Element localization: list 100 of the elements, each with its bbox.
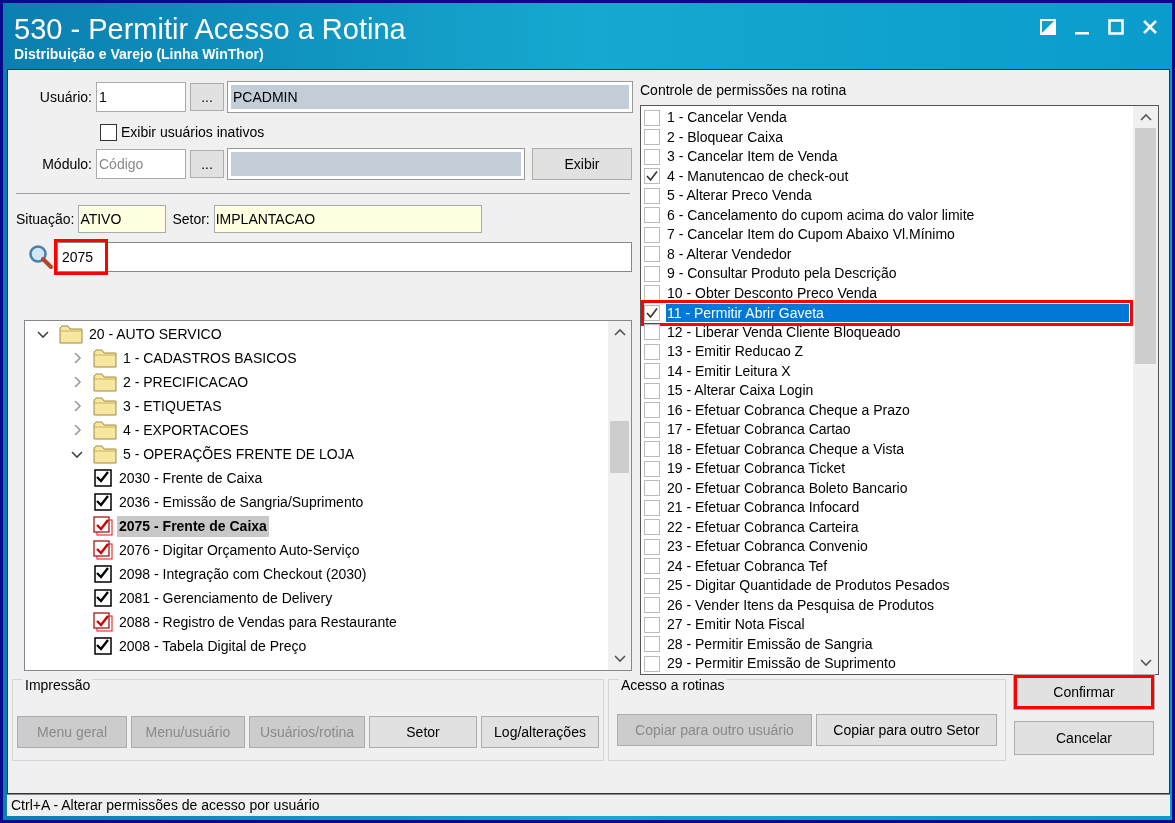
show-button[interactable]: Exibir [532, 148, 632, 180]
checkbox[interactable] [644, 558, 660, 575]
cancel-button[interactable]: Cancelar [1014, 721, 1154, 755]
tree-item[interactable]: 1 - CADASTROS BASICOS [121, 347, 299, 369]
checkbox[interactable] [93, 564, 113, 584]
checkbox[interactable] [644, 207, 660, 224]
checkbox[interactable] [93, 636, 113, 656]
scrollbar[interactable] [1133, 106, 1158, 674]
list-item[interactable]: 10 - Obter Desconto Preco Venda [666, 282, 878, 304]
checkbox[interactable] [93, 612, 113, 632]
checkbox[interactable] [644, 304, 660, 321]
checkbox[interactable] [644, 577, 660, 594]
list-item[interactable]: 1 - Cancelar Venda [666, 107, 787, 129]
tree-item[interactable]: 20 - AUTO SERVICO [87, 323, 224, 345]
lookup-button[interactable]: ... [190, 150, 224, 178]
close-icon[interactable] [1142, 19, 1158, 35]
tree-item[interactable]: 2030 - Frente de Caixa [117, 467, 265, 489]
checkbox[interactable] [644, 441, 660, 458]
list-item[interactable]: 17 - Efetuar Cobranca Cartao [666, 419, 851, 441]
list-item[interactable]: 4 - Manutencao de check-out [666, 165, 849, 187]
checkbox[interactable] [644, 343, 660, 360]
checkbox[interactable] [644, 187, 660, 204]
user-code-field[interactable]: 1 [96, 82, 186, 112]
lookup-button[interactable]: ... [190, 83, 224, 111]
checkbox[interactable] [644, 148, 660, 165]
checkbox[interactable] [644, 499, 660, 516]
list-item[interactable]: 25 - Digitar Quantidade de Produtos Pesados [666, 575, 950, 597]
list-item[interactable]: 21 - Efetuar Cobranca Infocard [666, 497, 860, 519]
checkbox[interactable] [644, 636, 660, 653]
list-item[interactable]: 14 - Emitir Leitura X [666, 360, 791, 382]
tree-item[interactable]: 2008 - Tabela Digital de Preço [117, 635, 309, 657]
checkbox[interactable] [644, 382, 660, 399]
checkbox[interactable] [644, 109, 660, 126]
checkbox[interactable] [644, 655, 660, 672]
checkbox[interactable] [644, 168, 660, 185]
checkbox[interactable] [644, 538, 660, 555]
checkbox[interactable] [644, 519, 660, 536]
checkbox[interactable] [644, 421, 660, 438]
dialog-button[interactable]: Log/alterações [481, 716, 599, 748]
list-item[interactable]: 23 - Efetuar Cobranca Convenio [666, 536, 868, 558]
checkbox[interactable] [93, 492, 113, 512]
checkbox[interactable] [100, 123, 117, 141]
dialog-button[interactable]: Copiar para outro Setor [815, 714, 997, 746]
list-item[interactable]: 20 - Efetuar Cobranca Boleto Bancario [666, 477, 908, 499]
checkbox[interactable] [644, 246, 660, 263]
tree-item[interactable]: 2 - PRECIFICACAO [121, 371, 251, 393]
module-code-field[interactable]: Código [96, 149, 186, 179]
search-field[interactable]: 2075 [57, 242, 632, 272]
tree-item[interactable]: 2081 - Gerenciamento de Delivery [117, 587, 335, 609]
tree-item[interactable]: 2098 - Integração com Checkout (2030) [117, 563, 369, 585]
checkbox[interactable] [93, 540, 113, 560]
scroll-thumb[interactable] [1135, 128, 1156, 364]
checkbox[interactable] [93, 588, 113, 608]
tree-item[interactable]: 4 - EXPORTACOES [121, 419, 251, 441]
list-item[interactable]: 18 - Efetuar Cobranca Cheque a Vista [666, 438, 905, 460]
list-item[interactable]: 27 - Emitir Nota Fiscal [666, 614, 805, 636]
scrollbar[interactable] [608, 321, 631, 670]
resize-icon[interactable] [1040, 19, 1056, 35]
checkbox[interactable] [644, 324, 660, 341]
checkbox[interactable] [644, 616, 660, 633]
list-item[interactable]: 9 - Consultar Produto pela Descrição [666, 263, 897, 285]
checkbox[interactable] [644, 129, 660, 146]
list-item[interactable]: 2 - Bloquear Caixa [666, 126, 783, 148]
list-title: Controle de permissões na rotina [640, 81, 848, 98]
list-item[interactable]: 15 - Alterar Caixa Login [666, 380, 814, 402]
list-item[interactable]: 5 - Alterar Preco Venda [666, 185, 812, 207]
scroll-thumb[interactable] [610, 421, 629, 473]
checkbox[interactable] [644, 460, 660, 477]
confirm-button[interactable]: Confirmar [1014, 675, 1154, 709]
tree-item[interactable]: 2075 - Frente de Caixa [117, 515, 269, 537]
list-item[interactable]: 7 - Cancelar Item do Cupom Abaixo Vl.Mínimo [666, 224, 955, 246]
list-item[interactable]: 11 - Permitir Abrir Gaveta [666, 303, 1129, 322]
checkbox[interactable] [644, 597, 660, 614]
list-item[interactable]: 12 - Liberar Venda Cliente Bloqueado [666, 321, 901, 343]
list-item[interactable]: 6 - Cancelamento do cupom acima do valor limite [666, 204, 975, 226]
list-item[interactable]: 13 - Emitir Reducao Z [666, 341, 804, 363]
list-item[interactable]: 19 - Efetuar Cobranca Ticket [666, 458, 846, 480]
dialog-button[interactable]: Setor [369, 716, 477, 748]
list-item[interactable]: 26 - Vender Itens da Pesquisa de Produtos [666, 594, 934, 616]
checkbox[interactable] [644, 363, 660, 380]
list-item[interactable]: 28 - Permitir Emissão de Sangria [666, 633, 873, 655]
checkbox[interactable] [644, 285, 660, 302]
tree-item[interactable]: 2036 - Emissão de Sangria/Suprimento [117, 491, 366, 513]
list-item[interactable]: 29 - Permitir Emissão de Suprimento [666, 653, 896, 674]
checkbox[interactable] [644, 480, 660, 497]
maximize-icon[interactable] [1108, 19, 1124, 35]
tree-item[interactable]: 2088 - Registro de Vendas para Restaurante [117, 611, 399, 633]
list-item[interactable]: 22 - Efetuar Cobranca Carteira [666, 516, 859, 538]
tree-item[interactable]: 5 - OPERAÇÕES FRENTE DE LOJA [121, 443, 357, 465]
checkbox[interactable] [93, 468, 113, 488]
checkbox[interactable] [644, 402, 660, 419]
list-item[interactable]: 24 - Efetuar Cobranca Tef [666, 555, 828, 577]
list-item[interactable]: 8 - Alterar Vendedor [666, 243, 792, 265]
checkbox[interactable] [644, 265, 660, 282]
tree-item[interactable]: 2076 - Digitar Orçamento Auto-Serviço [117, 539, 362, 561]
list-item[interactable]: 3 - Cancelar Item de Venda [666, 146, 838, 168]
list-item[interactable]: 16 - Efetuar Cobranca Cheque a Prazo [666, 399, 910, 421]
checkbox[interactable] [644, 226, 660, 243]
tree-item[interactable]: 3 - ETIQUETAS [121, 395, 224, 417]
checkbox[interactable] [93, 516, 113, 536]
